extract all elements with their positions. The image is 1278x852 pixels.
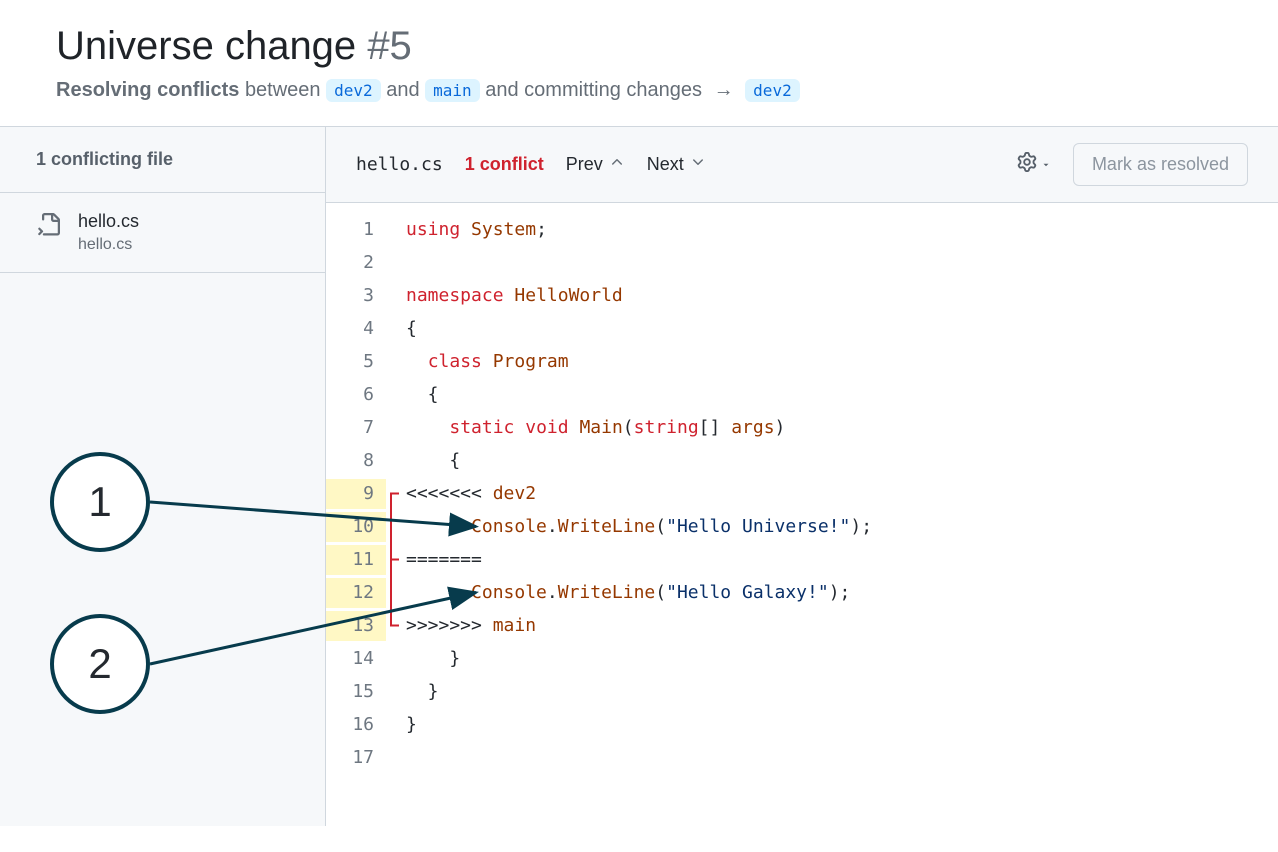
line-number: 11	[326, 545, 386, 575]
code-line[interactable]: 14 }	[326, 642, 1278, 675]
from-branch: dev2	[326, 79, 381, 102]
next-label: Next	[647, 154, 684, 175]
callout-2: 2	[50, 614, 150, 714]
code-text: {	[406, 314, 417, 344]
line-number: 14	[326, 644, 386, 674]
code-line[interactable]: 1 using System;	[326, 213, 1278, 246]
toolbar-filename: hello.cs	[356, 154, 443, 175]
line-number: 12	[326, 578, 386, 608]
between-label: between	[245, 79, 321, 101]
code-line[interactable]: 5 class Program	[326, 345, 1278, 378]
chevron-up-icon	[609, 154, 625, 175]
code-line[interactable]: 11 =======	[326, 543, 1278, 576]
file-text-block: hello.cs hello.cs	[78, 211, 139, 254]
file-path: hello.cs	[78, 236, 139, 254]
prev-label: Prev	[566, 154, 603, 175]
conflict-count: 1 conflict	[465, 154, 544, 175]
line-number: 10	[326, 512, 386, 542]
line-number: 7	[326, 413, 386, 443]
conflict-panel: 1 conflicting file hello.cs hello.cs hel…	[0, 126, 1278, 826]
line-number: 1	[326, 215, 386, 245]
gear-icon	[1017, 152, 1037, 177]
code-text: }	[406, 677, 439, 707]
line-number: 17	[326, 743, 386, 773]
next-conflict-button[interactable]: Next	[647, 154, 706, 175]
code-text: {	[406, 380, 439, 410]
code-line[interactable]: 6 {	[326, 378, 1278, 411]
code-line[interactable]: 9 <<<<<<< dev2	[326, 477, 1278, 510]
line-number: 9	[326, 479, 386, 509]
callout-1-label: 1	[88, 478, 111, 526]
code-text: using System;	[406, 215, 547, 245]
code-editor[interactable]: 1using System;23namespace HelloWorld4{5 …	[326, 203, 1278, 774]
committing-label: and committing changes	[485, 79, 702, 101]
arrow-right-icon: →	[714, 79, 734, 101]
pr-title: Universe change	[56, 24, 356, 68]
resolving-label: Resolving conflicts	[56, 79, 239, 101]
code-text: {	[406, 446, 460, 476]
line-number: 13	[326, 611, 386, 641]
sidebar-header: 1 conflicting file	[0, 127, 325, 193]
code-text: Console.WriteLine("Hello Galaxy!");	[406, 578, 850, 608]
target-branch: dev2	[745, 79, 800, 102]
code-line[interactable]: 17	[326, 741, 1278, 774]
line-number: 15	[326, 677, 386, 707]
chevron-down-icon	[690, 154, 706, 175]
line-number: 4	[326, 314, 386, 344]
line-number: 6	[326, 380, 386, 410]
main-area: hello.cs 1 conflict Prev Next Mark as re…	[326, 127, 1278, 826]
code-text: static void Main(string[] args)	[406, 413, 785, 443]
code-line[interactable]: 12 Console.WriteLine("Hello Galaxy!");	[326, 576, 1278, 609]
code-text: class Program	[406, 347, 569, 377]
file-code-icon	[36, 211, 60, 242]
code-line[interactable]: 2	[326, 246, 1278, 279]
sidebar-file-item[interactable]: hello.cs hello.cs	[0, 193, 325, 273]
code-text: }	[406, 644, 460, 674]
editor-toolbar: hello.cs 1 conflict Prev Next Mark as re…	[326, 127, 1278, 203]
callout-2-label: 2	[88, 640, 111, 688]
code-line[interactable]: 3 namespace HelloWorld	[326, 279, 1278, 312]
prev-conflict-button[interactable]: Prev	[566, 154, 625, 175]
code-text: namespace HelloWorld	[406, 281, 623, 311]
code-line[interactable]: 10 Console.WriteLine("Hello Universe!");	[326, 510, 1278, 543]
pr-number: #5	[367, 24, 412, 68]
code-text: <<<<<<< dev2	[406, 479, 536, 509]
code-line[interactable]: 16}	[326, 708, 1278, 741]
code-line[interactable]: 15 }	[326, 675, 1278, 708]
code-line[interactable]: 8 {	[326, 444, 1278, 477]
mark-resolved-button[interactable]: Mark as resolved	[1073, 143, 1248, 186]
code-line[interactable]: 4{	[326, 312, 1278, 345]
resolving-subtext: Resolving conflicts between dev2 and mai…	[56, 79, 1238, 102]
file-title: hello.cs	[78, 211, 139, 232]
code-text: }	[406, 710, 417, 740]
line-number: 5	[326, 347, 386, 377]
code-text: =======	[406, 545, 482, 575]
line-number: 16	[326, 710, 386, 740]
caret-down-icon	[1041, 154, 1051, 175]
page-title: Universe change #5	[56, 24, 1238, 69]
to-branch: main	[425, 79, 480, 102]
page-header: Universe change #5 Resolving conflicts b…	[0, 0, 1278, 126]
code-line[interactable]: 13 >>>>>>> main	[326, 609, 1278, 642]
code-line[interactable]: 7 static void Main(string[] args)	[326, 411, 1278, 444]
callout-1: 1	[50, 452, 150, 552]
sidebar: 1 conflicting file hello.cs hello.cs	[0, 127, 326, 826]
code-text: Console.WriteLine("Hello Universe!");	[406, 512, 872, 542]
code-text: >>>>>>> main	[406, 611, 536, 641]
line-number: 3	[326, 281, 386, 311]
settings-button[interactable]	[1017, 152, 1051, 177]
line-number: 2	[326, 248, 386, 278]
and-label: and	[386, 79, 419, 101]
line-number: 8	[326, 446, 386, 476]
